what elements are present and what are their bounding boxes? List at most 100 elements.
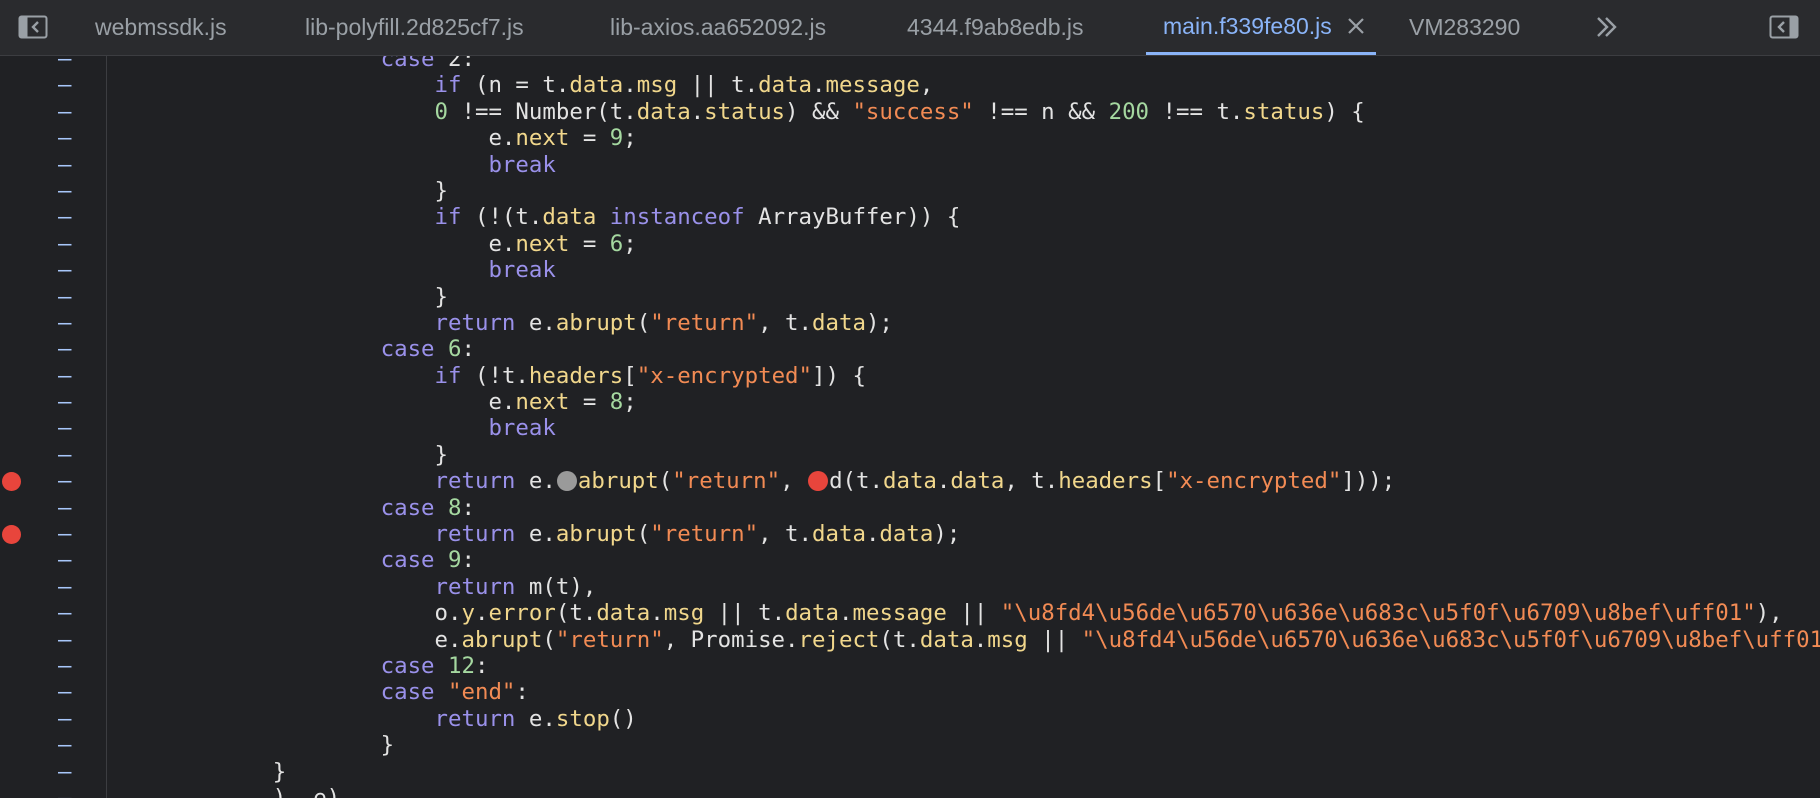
code-editor[interactable]: – case 2: – if (n = t.data.msg || t.data.… [0, 56, 1820, 798]
line-number-marker[interactable]: – [58, 442, 71, 468]
code-token: : [461, 547, 475, 574]
code-token: ]) { [812, 362, 866, 389]
line-number-marker[interactable]: – [58, 125, 71, 151]
code-line: – return m(t), [0, 574, 1820, 600]
tab-main[interactable]: main.f339fe80.js [1146, 0, 1376, 55]
code-token: } [111, 441, 449, 468]
close-tab-button[interactable] [1346, 16, 1366, 36]
code-token: , [919, 72, 934, 99]
tab-4344[interactable]: 4344.f9ab8edb.js [907, 0, 1084, 55]
line-number-marker[interactable]: – [58, 310, 71, 336]
line-number-marker[interactable]: – [58, 152, 71, 178]
code-line: – e.abrupt("return", Promise.reject(t.da… [0, 627, 1820, 653]
code-token: return [434, 573, 516, 600]
code-token: = [569, 389, 610, 416]
inline-breakpoint-inactive[interactable] [556, 471, 577, 492]
line-number-marker[interactable]: – [58, 468, 71, 494]
line-number-marker[interactable]: – [58, 547, 71, 573]
code-token: abrupt [461, 626, 543, 653]
code-token: return [434, 309, 516, 336]
code-token: ( [636, 521, 651, 548]
line-number-marker[interactable]: – [58, 363, 71, 389]
line-number-marker[interactable]: – [58, 574, 71, 600]
code-text: o.y.error(t.data.msg || t.data.message |… [107, 600, 1783, 626]
code-token: = [569, 125, 610, 152]
inline-breakpoint-active[interactable] [808, 471, 829, 492]
line-number-marker[interactable]: – [58, 204, 71, 230]
code-token: ) { [1324, 98, 1365, 125]
code-line: – case 8: [0, 495, 1820, 521]
line-number-marker[interactable]: – [58, 257, 71, 283]
code-token: data [919, 626, 974, 653]
line-number-marker[interactable]: – [58, 495, 71, 521]
line-number-marker[interactable]: – [58, 521, 71, 547]
sidebar-toggle-icon [18, 15, 48, 39]
close-icon [1348, 18, 1364, 34]
line-number-marker[interactable]: – [58, 759, 71, 785]
code-token: return [434, 521, 516, 548]
line-number-marker[interactable]: – [58, 389, 71, 415]
toggle-debugger-button[interactable] [1767, 12, 1801, 42]
code-token: || t. [704, 600, 786, 627]
code-token: data [542, 204, 597, 231]
code-token: (n = t. [461, 72, 570, 99]
breakpoint-marker[interactable] [2, 472, 21, 492]
code-token: . [474, 600, 489, 627]
line-number-marker[interactable]: – [58, 72, 71, 98]
code-token: reject [798, 626, 880, 653]
code-token: break [488, 415, 556, 442]
code-text: } [107, 441, 449, 468]
code-token: , t. [758, 309, 813, 336]
code-token: (!t. [461, 362, 529, 389]
code-line: – return e.abrupt("return", t.data); [0, 310, 1820, 336]
code-text: case "end": [107, 679, 529, 705]
line-number-marker[interactable]: – [58, 336, 71, 362]
line-number-marker[interactable]: – [58, 178, 71, 204]
line-number-marker[interactable]: – [58, 706, 71, 732]
line-number-marker[interactable]: – [58, 653, 71, 679]
code-text: if (!(t.data instanceof ArrayBuffer)) { [107, 204, 961, 231]
code-line: – break [0, 415, 1820, 441]
code-token: data [879, 521, 934, 548]
line-number-marker[interactable]: – [58, 99, 71, 125]
code-text: break [107, 152, 555, 178]
line-number-marker[interactable]: – [58, 415, 71, 441]
line-number-marker[interactable]: – [58, 732, 71, 758]
tab-webmssdk[interactable]: webmssdk.js [95, 0, 227, 55]
line-number-marker[interactable]: – [58, 785, 71, 798]
code-token: 6 [448, 336, 462, 363]
line-number-marker[interactable]: – [58, 56, 71, 72]
code-text: case 9: [107, 547, 475, 573]
tab-lib-polyfill[interactable]: lib-polyfill.2d825cf7.js [305, 0, 524, 55]
tab-vm283290[interactable]: VM283290 [1409, 0, 1520, 55]
code-token: } [111, 758, 287, 785]
code-line: – case 9: [0, 547, 1820, 573]
code-token: 9 [448, 547, 462, 574]
toggle-navigator-button[interactable] [16, 12, 50, 42]
tab-lib-axios[interactable]: lib-axios.aa652092.js [610, 0, 826, 55]
line-number-marker[interactable]: – [58, 679, 71, 705]
line-number-marker[interactable]: – [58, 627, 71, 653]
code-token: case [380, 336, 435, 363]
line-number-marker[interactable]: – [58, 231, 71, 257]
code-line: – } [0, 732, 1820, 758]
code-token: ; [623, 230, 637, 257]
code-token: msg [636, 72, 678, 99]
code-line: – break [0, 257, 1820, 283]
code-line: – e.next = 6; [0, 231, 1820, 257]
code-token: e. [515, 468, 556, 495]
line-number-marker[interactable]: – [58, 600, 71, 626]
line-number-marker[interactable]: – [58, 284, 71, 310]
code-token: "return" [650, 521, 759, 548]
more-tabs-button[interactable] [1590, 12, 1624, 42]
code-token: e. [515, 309, 556, 336]
code-text: break [107, 257, 555, 283]
breakpoint-marker[interactable] [2, 525, 21, 545]
